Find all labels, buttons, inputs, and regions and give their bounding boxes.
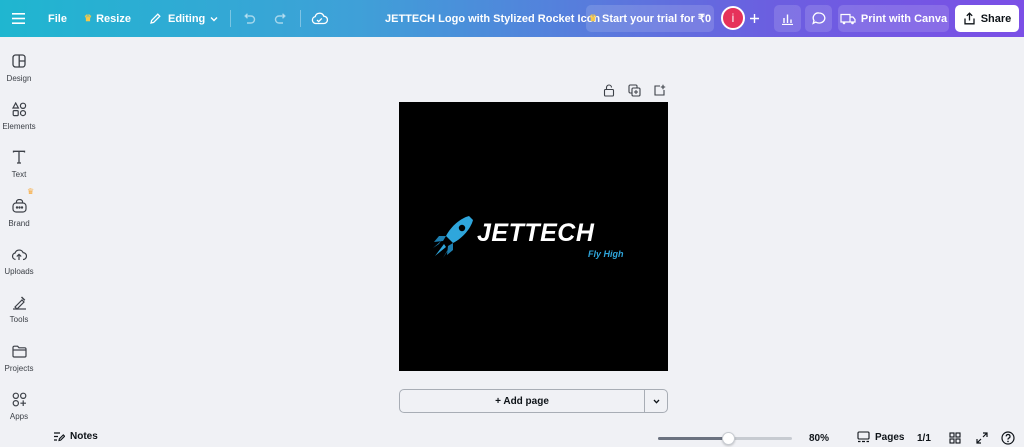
tools-icon	[11, 294, 27, 310]
sidebar-item-tools[interactable]: Tools	[0, 294, 38, 338]
editing-mode-button[interactable]: Editing	[149, 0, 219, 37]
grid-view-icon[interactable]	[948, 431, 962, 445]
text-icon	[11, 149, 27, 165]
design-page[interactable]: JETTECH Fly High	[399, 102, 668, 371]
file-label: File	[48, 12, 67, 25]
notes-button[interactable]: Notes	[53, 431, 98, 442]
avatar[interactable]: i	[721, 6, 745, 30]
logo-tagline: Fly High	[588, 249, 624, 259]
cloud-check-icon	[311, 12, 328, 25]
undo-button[interactable]	[242, 0, 256, 37]
share-label: Share	[980, 12, 1012, 25]
duplicate-icon[interactable]	[626, 82, 642, 98]
add-page-button[interactable]: + Add page	[400, 390, 644, 412]
comments-button[interactable]	[805, 5, 832, 32]
chevron-down-icon	[210, 16, 218, 21]
divider	[300, 10, 301, 27]
resize-button[interactable]: ♛ Resize	[84, 0, 131, 37]
pages-label: Pages	[875, 431, 905, 443]
brand-icon	[11, 198, 27, 214]
add-page-label: + Add page	[495, 395, 549, 407]
design-icon	[11, 53, 27, 69]
uploads-icon	[11, 246, 27, 262]
zoom-slider-fill	[658, 437, 730, 440]
pages-icon	[857, 431, 870, 443]
start-trial-button[interactable]: ♛ Start your trial for ₹0	[586, 5, 714, 32]
sidebar-item-design[interactable]: Design	[0, 53, 38, 97]
undo-icon	[244, 12, 256, 24]
sidebar-item-label: Brand	[8, 219, 30, 228]
divider	[230, 10, 231, 27]
sidebar-item-label: Uploads	[4, 267, 34, 276]
sidebar-item-label: Projects	[4, 364, 34, 373]
crown-icon: ♛	[27, 187, 35, 196]
print-label: Print with Canva	[860, 12, 948, 25]
lock-icon[interactable]	[601, 82, 617, 98]
chevron-down-icon	[653, 399, 659, 404]
pages-button[interactable]: Pages	[857, 431, 904, 443]
sidebar-item-uploads[interactable]: Uploads	[0, 246, 38, 290]
print-with-canva-button[interactable]: Print with Canva	[838, 5, 949, 32]
page-count: 1/1	[917, 433, 931, 444]
sidebar-item-label: Text	[11, 170, 27, 179]
share-button[interactable]: Share	[955, 5, 1019, 32]
redo-icon	[274, 12, 286, 24]
top-toolbar: File ♛ Resize Editing JETTECH Logo with …	[0, 0, 1024, 37]
share-icon	[964, 12, 975, 25]
elements-icon	[11, 101, 27, 117]
comment-icon	[811, 12, 825, 25]
document-title-label: JETTECH Logo with Stylized Rocket Icon	[385, 12, 601, 25]
apps-icon	[11, 391, 27, 407]
plus-icon	[750, 14, 759, 23]
sidebar-item-elements[interactable]: Elements	[0, 101, 38, 145]
sidebar-item-apps[interactable]: Apps	[0, 391, 38, 435]
menu-icon[interactable]	[12, 0, 25, 37]
folder-icon	[11, 343, 27, 359]
sidebar-item-brand[interactable]: Brand	[0, 198, 38, 242]
notes-label: Notes	[70, 431, 98, 442]
redo-button[interactable]	[274, 0, 288, 37]
truck-icon	[840, 13, 856, 24]
sidebar-item-projects[interactable]: Projects	[0, 343, 38, 387]
document-title[interactable]: JETTECH Logo with Stylized Rocket Icon	[385, 0, 600, 37]
sidebar-item-label: Apps	[9, 412, 29, 421]
rocket-icon	[433, 216, 473, 258]
add-page-options-button[interactable]	[645, 390, 667, 412]
crown-icon: ♛	[84, 13, 93, 23]
add-collaborator-button[interactable]	[749, 0, 760, 37]
zoom-slider-handle[interactable]	[722, 432, 735, 445]
insights-button[interactable]	[774, 5, 801, 32]
notes-icon	[54, 432, 65, 442]
sidebar-item-label: Design	[6, 74, 32, 83]
left-sidebar: Design Elements Text ♛ Brand Uploads Too…	[0, 37, 38, 447]
cloud-save-button[interactable]	[311, 0, 328, 37]
trial-label: Start your trial for ₹0	[602, 13, 712, 25]
zoom-level[interactable]: 80%	[809, 433, 829, 444]
help-icon[interactable]	[1001, 431, 1015, 445]
crown-icon: ♛	[588, 13, 597, 23]
resize-label: Resize	[96, 12, 131, 25]
add-page-icon[interactable]	[651, 82, 667, 98]
sidebar-item-label: Tools	[9, 315, 29, 324]
add-page-control: + Add page	[399, 389, 668, 413]
bar-chart-icon	[782, 14, 793, 25]
pencil-icon	[150, 13, 161, 24]
avatar-initial: i	[731, 11, 735, 25]
file-menu[interactable]: File	[48, 0, 67, 37]
sidebar-item-label: Elements	[2, 122, 36, 131]
editing-label: Editing	[168, 12, 206, 25]
logo-title: JETTECH	[477, 219, 595, 247]
page-tools	[601, 82, 667, 98]
fullscreen-icon[interactable]	[975, 431, 989, 445]
